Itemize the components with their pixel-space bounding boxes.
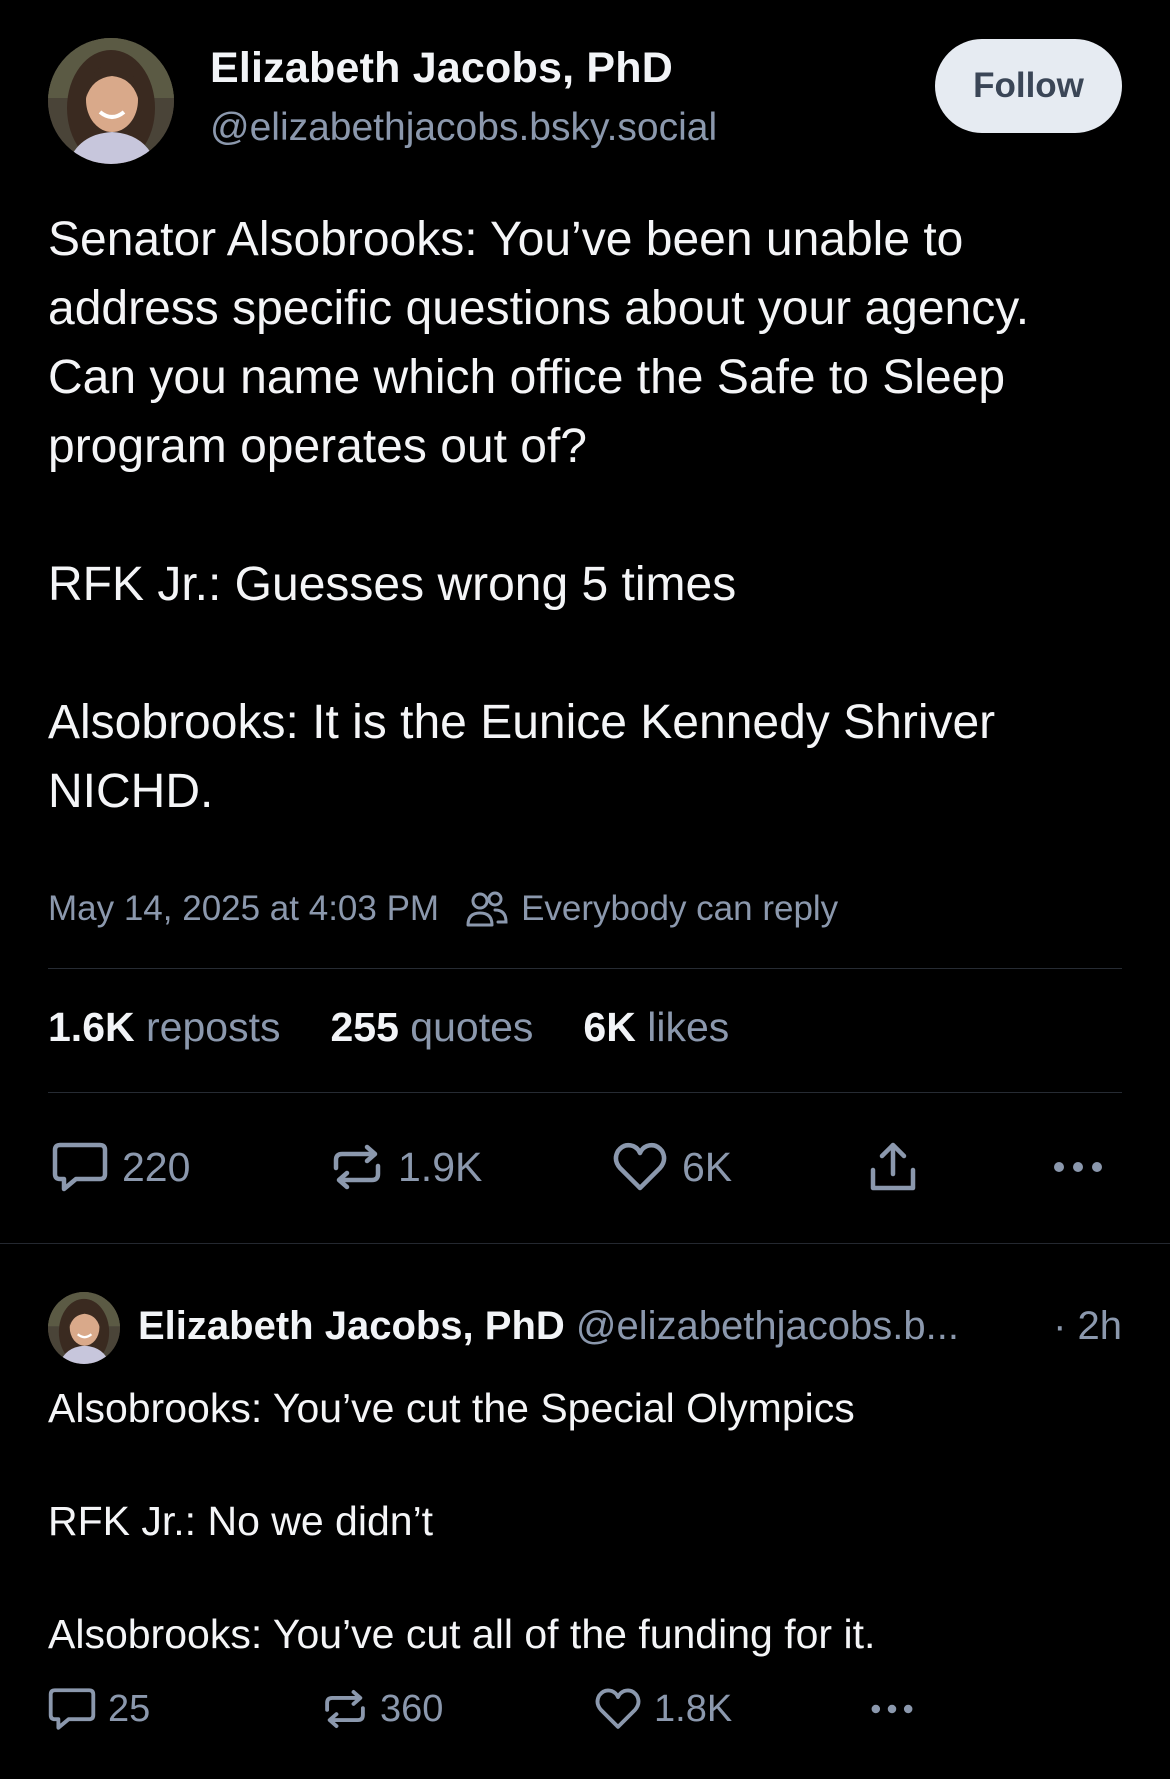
reply-more-options-button[interactable] (866, 1686, 918, 1732)
reply-repost-button[interactable]: 360 (322, 1686, 443, 1732)
reply-paragraph: RFK Jr.: No we didn’t (48, 1498, 434, 1544)
reply-reply-button[interactable]: 25 (48, 1686, 150, 1732)
post-text: Senator Alsobrooks: You’ve been unable t… (48, 205, 1128, 826)
heart-icon (613, 1142, 667, 1191)
repost-arrows-icon (325, 1690, 365, 1728)
reply-paragraph: Alsobrooks: You’ve cut the Special Olymp… (48, 1385, 855, 1431)
speech-bubble-icon (52, 1142, 108, 1192)
post-timestamp: May 14, 2025 at 4:03 PM (48, 889, 440, 928)
ellipsis-icon (1054, 1162, 1102, 1172)
avatar-photo (48, 38, 174, 164)
author-handle[interactable]: @elizabethjacobs.bsky.social (210, 106, 717, 150)
reply-repost-count: 360 (380, 1687, 444, 1730)
like-button[interactable]: 6K (612, 1140, 732, 1194)
reply-like-count: 1.8K (654, 1687, 733, 1730)
quotes-stat[interactable]: 255 quotes (330, 1004, 533, 1051)
ellipsis-icon (871, 1704, 913, 1714)
divider (48, 968, 1122, 969)
likes-count: 6K (583, 1004, 636, 1050)
author-avatar[interactable] (48, 38, 174, 164)
reply-author-avatar[interactable] (48, 1292, 120, 1364)
reply-setting[interactable]: Everybody can reply (521, 889, 838, 929)
reply-button[interactable]: 220 (52, 1140, 190, 1194)
avatar-photo (48, 1292, 120, 1364)
post-paragraph: RFK Jr.: Guesses wrong 5 times (48, 558, 737, 611)
reply-reply-count: 25 (108, 1687, 151, 1730)
reply-text: Alsobrooks: You’ve cut the Special Olymp… (48, 1380, 1128, 1662)
like-count: 6K (682, 1143, 733, 1190)
repost-count: 1.9K (398, 1143, 483, 1190)
post-meta: May 14, 2025 at 4:03 PM Everybody can re… (48, 886, 838, 932)
reposts-count: 1.6K (48, 1004, 135, 1050)
quotes-label: quotes (410, 1004, 534, 1050)
post-paragraph: Senator Alsobrooks: You’ve been unable t… (48, 213, 1030, 473)
share-upload-icon (870, 1142, 916, 1191)
more-options-button[interactable] (1050, 1140, 1106, 1194)
speech-bubble-icon (48, 1688, 96, 1730)
heart-icon (595, 1688, 641, 1729)
reply-author-name: Elizabeth Jacobs, PhD (138, 1304, 565, 1348)
reply-like-button[interactable]: 1.8K (594, 1686, 732, 1732)
reply-header[interactable]: Elizabeth Jacobs, PhD @elizabethjacobs.b… (138, 1304, 959, 1349)
repost-button[interactable]: 1.9K (330, 1140, 482, 1194)
author-name[interactable]: Elizabeth Jacobs, PhD (210, 44, 673, 93)
post-paragraph: Alsobrooks: It is the Eunice Kennedy Shr… (48, 696, 996, 818)
likes-label: likes (647, 1004, 730, 1050)
share-button[interactable] (866, 1140, 920, 1194)
reposts-label: reposts (146, 1004, 281, 1050)
engagement-stats: 1.6K reposts 255 quotes 6K likes (48, 1004, 779, 1051)
repost-arrows-icon (333, 1144, 381, 1190)
quotes-count: 255 (330, 1004, 399, 1050)
reply-time: · 2h (1053, 1304, 1122, 1348)
likes-stat[interactable]: 6K likes (583, 1004, 729, 1051)
people-icon (466, 891, 508, 927)
reply-author-handle: @elizabethjacobs.b... (575, 1304, 959, 1348)
reposts-stat[interactable]: 1.6K reposts (48, 1004, 280, 1051)
follow-button[interactable]: Follow (935, 39, 1122, 133)
post-thread-view: Elizabeth Jacobs, PhD @elizabethjacobs.b… (0, 0, 1170, 1779)
reply-count: 220 (122, 1143, 191, 1190)
reply-paragraph: Alsobrooks: You’ve cut all of the fundin… (48, 1611, 876, 1657)
divider (48, 1092, 1122, 1093)
thread-separator (0, 1243, 1170, 1244)
